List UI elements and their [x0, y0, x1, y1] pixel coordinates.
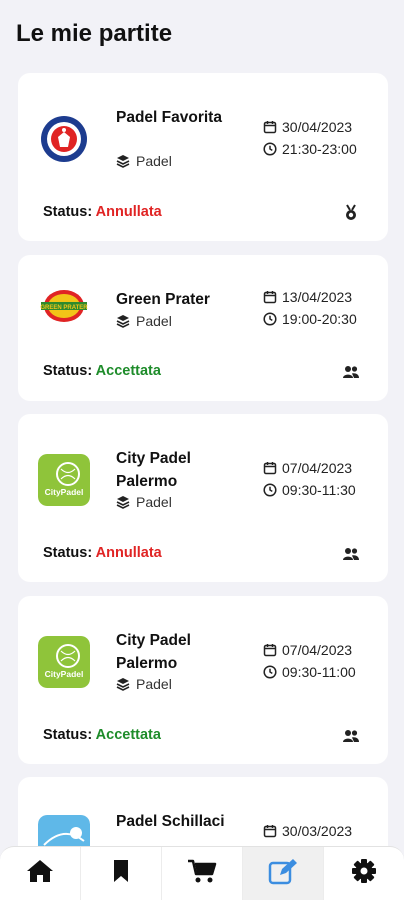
club-name: Padel Schillaci — [116, 813, 225, 830]
status-value: Annullata — [95, 545, 162, 561]
status-value: Annullata — [95, 204, 162, 220]
users-icon[interactable] — [342, 363, 360, 381]
date-row: 30/03/2023 — [263, 823, 352, 839]
club-name: Green Prater — [116, 291, 210, 308]
edit-icon — [268, 857, 298, 890]
nav-edit[interactable] — [243, 847, 324, 900]
status-label: Status: — [43, 363, 93, 379]
cart-icon — [187, 858, 217, 889]
match-time: 21:30-23:00 — [282, 141, 357, 157]
status-label: Status: — [43, 545, 93, 561]
bottom-nav — [0, 846, 404, 900]
users-icon[interactable] — [342, 545, 360, 563]
time-row: 19:00-20:30 — [263, 311, 357, 327]
match-card[interactable]: Padel Favorita Padel 30/04/2023 21:30-23… — [18, 73, 388, 241]
calendar-icon — [263, 290, 277, 304]
clock-icon — [263, 312, 277, 326]
status-label: Status: — [43, 204, 93, 220]
match-time: 09:30-11:30 — [282, 482, 356, 498]
svg-text:CityPadel: CityPadel — [45, 487, 84, 497]
status-label: Status: — [43, 727, 93, 743]
layers-icon — [116, 495, 130, 509]
sport-label: Padel — [136, 494, 172, 510]
layers-icon — [116, 677, 130, 691]
users-icon[interactable] — [342, 727, 360, 745]
nav-home[interactable] — [0, 847, 81, 900]
page-title: Le mie partite — [16, 20, 173, 47]
match-time: 19:00-20:30 — [282, 311, 357, 327]
match-date: 30/04/2023 — [282, 119, 353, 135]
status-value: Accettata — [95, 727, 161, 743]
status-row: Status: Annullata — [43, 545, 162, 561]
sport-row: Padel — [116, 676, 172, 692]
calendar-icon — [263, 824, 277, 838]
nav-bookmark[interactable] — [81, 847, 162, 900]
club-logo: CityPadel — [38, 454, 90, 506]
time-row: 09:30-11:00 — [263, 664, 356, 680]
match-card[interactable]: GREEN PRATER Green Prater Padel 13/04/20… — [18, 255, 388, 401]
layers-icon — [116, 154, 130, 168]
status-value: Accettata — [95, 363, 161, 379]
sport-label: Padel — [136, 153, 172, 169]
status-row: Status: Annullata — [43, 204, 162, 220]
match-card[interactable]: CityPadel City Padel Palermo Padel 07/04… — [18, 596, 388, 764]
nav-settings[interactable] — [324, 847, 404, 900]
calendar-icon — [263, 120, 277, 134]
home-icon — [26, 858, 54, 889]
club-logo: GREEN PRATER — [38, 280, 90, 332]
sport-label: Padel — [136, 313, 172, 329]
sport-row: Padel — [116, 313, 172, 329]
match-time: 09:30-11:00 — [282, 664, 356, 680]
clock-icon — [263, 483, 277, 497]
club-name: Padel Favorita — [116, 109, 222, 126]
club-logo — [38, 113, 90, 165]
time-row: 21:30-23:00 — [263, 141, 357, 157]
date-row: 07/04/2023 — [263, 642, 352, 658]
date-row: 30/04/2023 — [263, 119, 352, 135]
sport-label: Padel — [136, 676, 172, 692]
calendar-icon — [263, 461, 277, 475]
match-card[interactable]: CityPadel City Padel Palermo Padel 07/04… — [18, 414, 388, 582]
nav-cart[interactable] — [162, 847, 243, 900]
club-logo: CityPadel — [38, 636, 90, 688]
date-row: 13/04/2023 — [263, 289, 352, 305]
medal-icon[interactable] — [342, 204, 360, 222]
match-date: 07/04/2023 — [282, 642, 353, 658]
sport-row: Padel — [116, 494, 172, 510]
calendar-icon — [263, 643, 277, 657]
match-date: 13/04/2023 — [282, 289, 353, 305]
status-row: Status: Accettata — [43, 363, 161, 379]
clock-icon — [263, 665, 277, 679]
clock-icon — [263, 142, 277, 156]
layers-icon — [116, 314, 130, 328]
date-row: 07/04/2023 — [263, 460, 352, 476]
svg-text:GREEN PRATER: GREEN PRATER — [40, 305, 88, 311]
sport-row: Padel — [116, 153, 172, 169]
match-date: 07/04/2023 — [282, 460, 353, 476]
time-row: 09:30-11:30 — [263, 482, 356, 498]
settings-icon — [351, 858, 377, 889]
match-date: 30/03/2023 — [282, 823, 353, 839]
club-name: City Padel Palermo — [116, 450, 191, 490]
bookmark-icon — [111, 858, 131, 889]
svg-text:CityPadel: CityPadel — [45, 669, 84, 679]
club-name: City Padel Palermo — [116, 632, 191, 672]
status-row: Status: Accettata — [43, 727, 161, 743]
